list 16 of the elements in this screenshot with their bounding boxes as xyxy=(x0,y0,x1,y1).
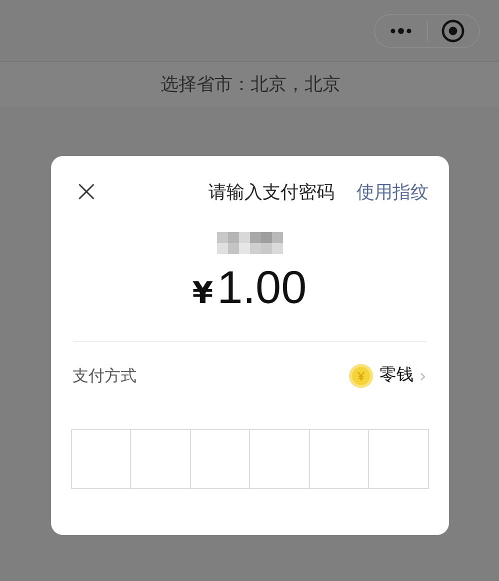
currency-sign: ¥ xyxy=(192,275,214,313)
payment-method-value[interactable]: 零钱 xyxy=(379,363,414,389)
use-fingerprint-link[interactable]: 使用指纹 xyxy=(356,178,428,206)
password-cell[interactable] xyxy=(131,429,190,489)
dialog-title: 请输入支付密码 xyxy=(208,180,334,204)
password-cell[interactable] xyxy=(70,429,131,489)
password-cell[interactable] xyxy=(250,429,310,489)
close-button[interactable]: × xyxy=(72,177,100,207)
password-cell[interactable] xyxy=(369,429,428,489)
amount-text: 1.00 xyxy=(217,264,307,310)
coin-icon xyxy=(349,364,374,388)
password-cell[interactable] xyxy=(310,429,369,489)
pixelated-name-drawing xyxy=(216,232,282,254)
password-cell[interactable] xyxy=(190,429,250,489)
selected-region-text: 选择省市：北京，北京 xyxy=(160,73,340,97)
payment-method-label: 支付方式 xyxy=(72,365,136,387)
